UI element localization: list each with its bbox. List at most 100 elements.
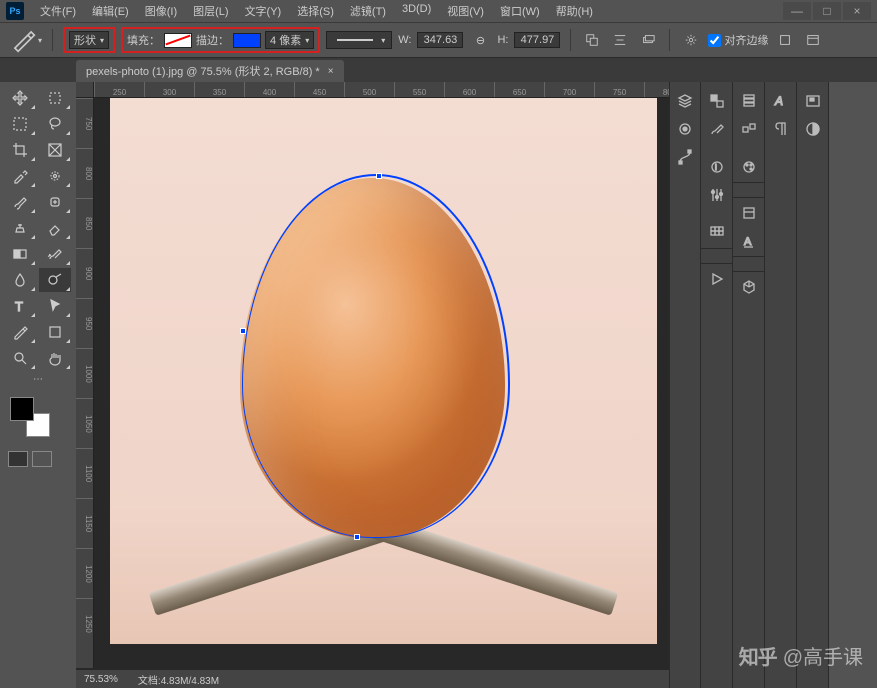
history-panel-icon[interactable] (736, 88, 762, 114)
align-edges-input[interactable] (708, 34, 721, 47)
egg-graphic (240, 178, 505, 538)
marquee-tool[interactable] (4, 112, 36, 136)
glyphs-panel-icon[interactable]: A (768, 88, 794, 114)
workspace-icon[interactable] (802, 29, 824, 51)
artboard-tool[interactable] (39, 86, 71, 110)
color-panel-icon[interactable] (704, 88, 730, 114)
frame-tool[interactable] (39, 138, 71, 162)
3d-panel-icon[interactable] (736, 274, 762, 300)
shape-tool[interactable] (39, 320, 71, 344)
gear-icon[interactable] (680, 29, 702, 51)
menu-select[interactable]: 选择(S) (291, 1, 340, 21)
character-panel-icon[interactable]: A (736, 228, 762, 254)
swatches-panel-icon[interactable] (704, 220, 730, 246)
navigator-panel-icon[interactable] (800, 88, 826, 114)
channels-panel-icon[interactable] (672, 116, 698, 142)
stroke-width-value: 4 像素 (270, 32, 301, 48)
vertical-ruler[interactable]: 750800850900950100010501100115012001250 (76, 98, 94, 668)
ruler-origin[interactable] (76, 82, 94, 98)
svg-text:A: A (744, 236, 752, 248)
width-label: W: (398, 34, 411, 46)
tool-mode-dropdown[interactable]: 形状 ▾ (69, 31, 109, 49)
brushes-panel-icon[interactable] (704, 116, 730, 142)
dodge-tool[interactable] (39, 268, 71, 292)
divider (570, 29, 571, 51)
horizontal-ruler[interactable]: 250300350400450500550600650700750800850 (94, 82, 669, 98)
clone-stamp-tool[interactable] (4, 216, 36, 240)
history-brush-tool[interactable] (39, 242, 71, 266)
foreground-color[interactable] (10, 397, 34, 421)
menu-file[interactable]: 文件(F) (34, 1, 82, 21)
menu-window[interactable]: 窗口(W) (494, 1, 546, 21)
path-selection-tool[interactable] (39, 294, 71, 318)
libraries-panel-icon[interactable] (736, 200, 762, 226)
spot-healing-tool[interactable] (39, 190, 71, 214)
chevron-down-icon: ▾ (381, 36, 385, 45)
ruler-tick: 1250 (76, 598, 93, 648)
styles-panel-icon[interactable] (736, 154, 762, 180)
path-arrangement-icon[interactable] (637, 29, 659, 51)
adjustments-panel-icon[interactable] (704, 182, 730, 208)
quick-selection-tool[interactable] (39, 164, 71, 188)
ruler-tick: 400 (244, 82, 294, 97)
tool-preset-picker[interactable]: ▾ (10, 29, 42, 51)
eyedropper-tool[interactable] (4, 164, 36, 188)
divider (669, 29, 670, 51)
fill-label: 填充： (127, 32, 160, 48)
eraser-tool[interactable] (39, 216, 71, 240)
doc-info[interactable]: 文档:4.83M/4.83M (138, 672, 219, 687)
lasso-tool[interactable] (39, 112, 71, 136)
paths-panel-icon[interactable] (672, 144, 698, 170)
width-field[interactable]: 347.63 (417, 32, 463, 48)
menu-filter[interactable]: 滤镜(T) (344, 1, 392, 21)
actions-panel-icon[interactable] (704, 266, 730, 292)
properties-panel-icon[interactable]: i (704, 154, 730, 180)
pen-tool[interactable] (4, 320, 36, 344)
standard-mode-button[interactable] (8, 451, 28, 467)
ruler-tick: 250 (94, 82, 144, 97)
stroke-style-dropdown[interactable]: ▾ (326, 31, 392, 49)
menu-layer[interactable]: 图层(L) (187, 1, 234, 21)
info-panel-icon[interactable] (736, 116, 762, 142)
zoom-level[interactable]: 75.53% (84, 674, 118, 685)
fill-swatch[interactable] (164, 33, 192, 48)
brush-tool[interactable] (4, 190, 36, 214)
panel-strip-3: A (733, 82, 765, 688)
toolbox-more-icon[interactable]: ⋯ (33, 374, 43, 385)
menu-3d[interactable]: 3D(D) (396, 1, 437, 21)
tab-close-icon[interactable]: × (328, 66, 334, 77)
quickmask-mode-button[interactable] (32, 451, 52, 467)
ruler-tick: 1200 (76, 548, 93, 598)
height-field[interactable]: 477.97 (514, 32, 560, 48)
stroke-line-icon (337, 39, 373, 41)
menu-image[interactable]: 图像(I) (139, 1, 183, 21)
close-button[interactable]: × (843, 2, 871, 20)
stroke-width-dropdown[interactable]: 4 像素 ▾ (265, 31, 314, 49)
link-wh-icon[interactable]: ⊖ (469, 29, 491, 51)
zoom-tool[interactable] (4, 346, 36, 370)
canvas[interactable] (110, 98, 657, 644)
ruler-tick: 450 (294, 82, 344, 97)
stroke-swatch[interactable] (233, 33, 261, 48)
blur-tool[interactable] (4, 268, 36, 292)
ruler-tick: 300 (144, 82, 194, 97)
minimize-button[interactable]: — (783, 2, 811, 20)
paragraph-panel-icon[interactable] (768, 116, 794, 142)
menu-view[interactable]: 视图(V) (441, 1, 490, 21)
histogram-panel-icon[interactable] (800, 116, 826, 142)
crop-tool[interactable] (4, 138, 36, 162)
align-edges-checkbox[interactable]: 对齐边缘 (708, 32, 768, 48)
menu-type[interactable]: 文字(Y) (239, 1, 288, 21)
menu-edit[interactable]: 编辑(E) (86, 1, 135, 21)
layers-panel-icon[interactable] (672, 88, 698, 114)
maximize-button[interactable]: □ (813, 2, 841, 20)
move-tool[interactable] (4, 86, 36, 110)
document-tab[interactable]: pexels-photo (1).jpg @ 75.5% (形状 2, RGB/… (76, 60, 344, 82)
reset-icon[interactable] (774, 29, 796, 51)
path-operations-icon[interactable] (581, 29, 603, 51)
gradient-tool[interactable] (4, 242, 36, 266)
menu-help[interactable]: 帮助(H) (550, 1, 599, 21)
type-tool[interactable]: T (4, 294, 36, 318)
path-alignment-icon[interactable] (609, 29, 631, 51)
hand-tool[interactable] (39, 346, 71, 370)
